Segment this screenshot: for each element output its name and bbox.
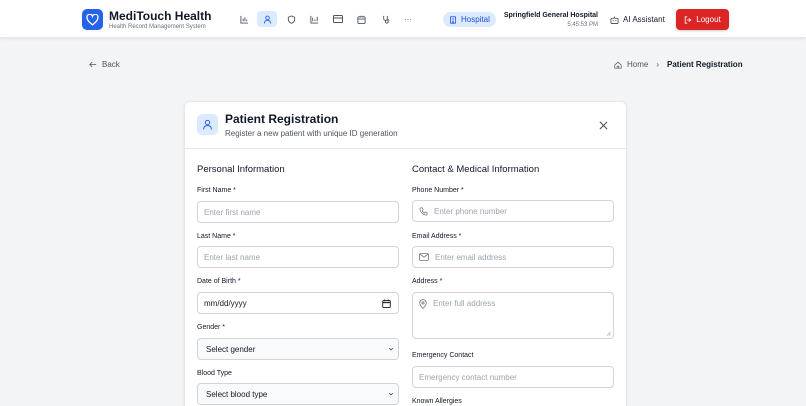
hospital-badge-label: Hospital — [461, 15, 490, 24]
blood-type-value: Select blood type — [206, 389, 268, 399]
card-header: Patient Registration Register a new pati… — [185, 102, 626, 149]
chevron-down-icon — [388, 347, 394, 351]
chart-icon[interactable] — [234, 11, 254, 27]
card-subtitle: Register a new patient with unique ID ge… — [225, 129, 398, 138]
allergies-label: Known Allergies — [412, 398, 462, 405]
user-icon[interactable] — [257, 11, 277, 27]
dob-input[interactable]: mm/dd/yyyy — [197, 292, 399, 314]
address-textarea[interactable]: Enter full address — [412, 292, 614, 339]
address-placeholder: Enter full address — [433, 299, 496, 308]
contact-section-title: Contact & Medical Information — [412, 164, 540, 175]
dob-value: mm/dd/yyyy — [204, 298, 247, 308]
blood-type-select[interactable]: Select blood type — [197, 383, 399, 405]
gender-label: Gender * — [197, 324, 226, 331]
phone-icon — [419, 207, 428, 215]
registration-card: Patient Registration Register a new pati… — [184, 101, 627, 406]
hospital-name: Springfield General Hospital — [503, 12, 598, 19]
breadcrumb-home[interactable]: Home — [627, 60, 648, 69]
home-icon — [614, 61, 622, 69]
ai-assistant-button[interactable]: AI Assistant — [610, 15, 665, 24]
mail-icon — [419, 253, 429, 261]
card-icon[interactable] — [328, 11, 348, 27]
email-input[interactable]: Enter email address — [412, 246, 614, 268]
blood-type-label: Blood Type — [197, 370, 232, 377]
shield-icon[interactable] — [281, 11, 301, 27]
first-name-placeholder: Enter first name — [204, 207, 261, 217]
calendar-icon[interactable] — [351, 11, 371, 27]
logout-icon — [685, 15, 692, 24]
logout-button[interactable]: Logout — [676, 9, 729, 30]
stethoscope-icon[interactable] — [375, 11, 395, 27]
phone-label: Phone Number * — [412, 187, 464, 194]
last-name-input[interactable]: Enter last name — [197, 246, 399, 268]
address-label: Address * — [412, 278, 443, 285]
top-header: MediTouch Health Health Record Managemen… — [0, 0, 806, 38]
gender-value: Select gender — [206, 344, 256, 354]
ai-assistant-label: AI Assistant — [623, 15, 665, 24]
resize-handle-icon[interactable] — [606, 331, 611, 336]
bar-chart-icon[interactable] — [304, 11, 324, 27]
last-name-label: Last Name * — [197, 233, 236, 240]
breadcrumb: Home › Patient Registration — [614, 60, 743, 69]
close-icon[interactable] — [597, 119, 609, 131]
hospital-badge[interactable]: Hospital — [443, 12, 496, 27]
first-name-label: First Name * — [197, 187, 236, 194]
first-name-input[interactable]: Enter first name — [197, 201, 399, 223]
app-subtitle: Health Record Management System — [109, 24, 206, 30]
app-title: MediTouch Health — [109, 9, 212, 23]
breadcrumb-current: Patient Registration — [667, 60, 743, 69]
back-label: Back — [102, 60, 120, 69]
emergency-contact-input[interactable]: Emergency contact number — [412, 366, 614, 388]
logout-label: Logout — [696, 15, 721, 24]
map-pin-icon — [419, 299, 427, 309]
user-icon — [197, 114, 218, 135]
email-label: Email Address * — [412, 233, 462, 240]
heart-logo-icon — [82, 9, 103, 30]
card-title: Patient Registration — [225, 112, 339, 126]
personal-section-title: Personal Information — [197, 164, 285, 175]
gender-select[interactable]: Select gender — [197, 338, 399, 360]
emergency-contact-label: Emergency Contact — [412, 352, 474, 359]
chevron-right-icon: › — [656, 60, 660, 69]
last-name-placeholder: Enter last name — [204, 252, 261, 262]
dob-label: Date of Birth * — [197, 278, 241, 285]
current-time: 5:45:53 PM — [567, 22, 598, 28]
email-placeholder: Enter email address — [435, 252, 507, 262]
phone-input[interactable]: Enter phone number — [412, 200, 614, 222]
building-icon — [450, 15, 456, 24]
chevron-down-icon — [388, 392, 394, 396]
emergency-contact-placeholder: Emergency contact number — [419, 372, 517, 382]
arrow-left-icon — [89, 61, 97, 68]
back-link[interactable]: Back — [89, 60, 120, 69]
more-icon[interactable]: ··· — [398, 11, 418, 27]
calendar-icon[interactable] — [382, 299, 391, 308]
bot-icon — [610, 15, 619, 24]
phone-placeholder: Enter phone number — [434, 206, 507, 216]
